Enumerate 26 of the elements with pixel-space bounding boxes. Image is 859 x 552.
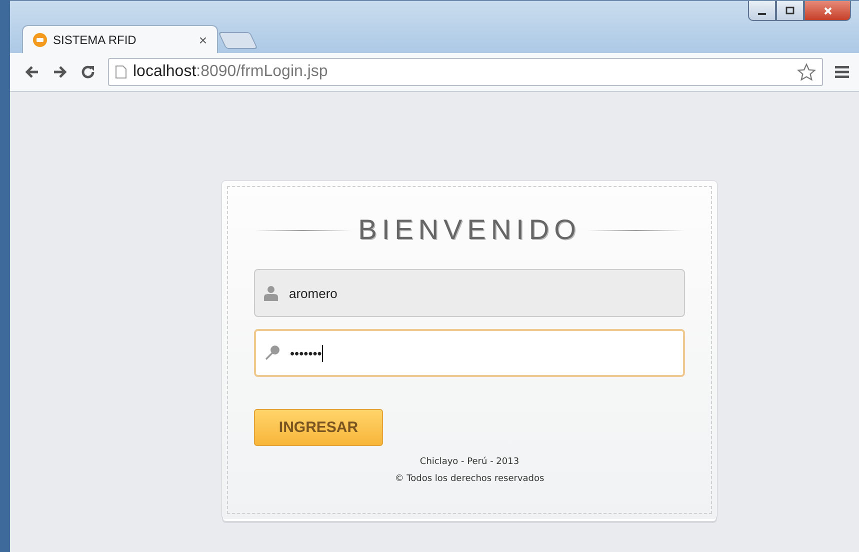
maximize-button[interactable] — [776, 1, 804, 21]
menu-icon[interactable] — [835, 65, 849, 79]
welcome-title: BIENVENIDO — [358, 214, 581, 246]
footer-text: Chiclayo - Perú - 2013 — [420, 457, 520, 467]
close-button[interactable] — [804, 1, 851, 21]
minimize-button[interactable] — [748, 1, 776, 21]
reload-icon[interactable] — [80, 64, 96, 80]
close-icon — [822, 6, 832, 16]
browser-tab[interactable]: SISTEMA RFID × — [22, 25, 218, 53]
minimize-icon — [758, 12, 766, 14]
address-bar[interactable]: localhost:8090/frmLogin.jsp — [108, 58, 823, 86]
forward-icon[interactable] — [52, 64, 68, 80]
page-icon — [115, 65, 127, 79]
submit-button[interactable]: INGRESAR — [254, 409, 383, 446]
user-icon — [263, 285, 279, 301]
key-icon — [264, 345, 280, 361]
close-tab-button[interactable]: × — [198, 32, 207, 48]
star-icon[interactable] — [797, 62, 816, 82]
footer-text: © Todos los derechos reservados — [394, 474, 544, 484]
tab-title: SISTEMA RFID — [53, 32, 138, 46]
username-field[interactable]: aromero — [254, 269, 685, 317]
url-text: localhost:8090/frmLogin.jsp — [133, 63, 329, 81]
app-logo-icon — [33, 32, 47, 46]
password-field[interactable]: ••••••• — [254, 329, 685, 377]
back-icon[interactable] — [24, 64, 40, 80]
maximize-icon — [785, 6, 795, 16]
